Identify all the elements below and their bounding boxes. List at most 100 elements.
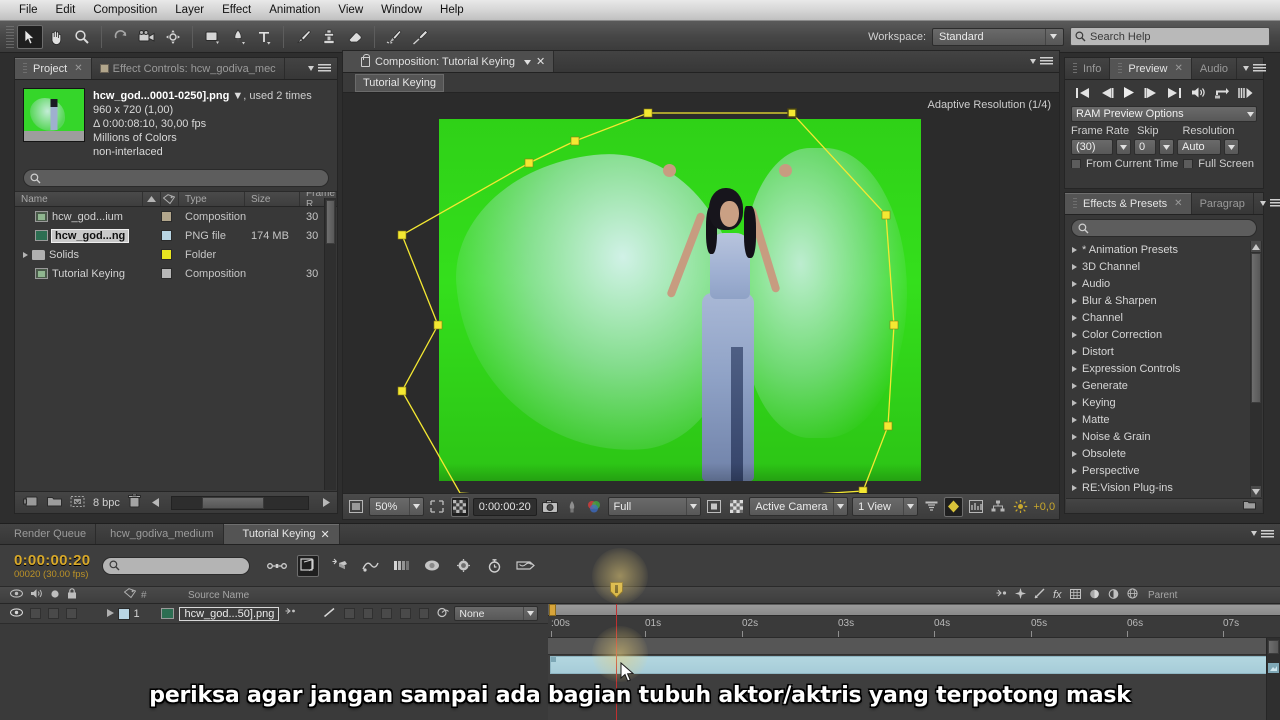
- chevron-down-icon[interactable]: [524, 56, 532, 68]
- item-name-cell[interactable]: Solids: [15, 249, 161, 261]
- layer-collapse-toggle[interactable]: [304, 608, 315, 619]
- tab-info[interactable]: Info: [1065, 58, 1111, 79]
- take-snapshot-icon[interactable]: [541, 497, 559, 517]
- audio-speaker-icon[interactable]: [30, 588, 43, 602]
- skip-dropdown-icon[interactable]: [1159, 139, 1174, 155]
- menu-item-help[interactable]: Help: [431, 2, 473, 18]
- menu-item-edit[interactable]: Edit: [47, 2, 85, 18]
- resolution-dropdown-icon[interactable]: [1224, 139, 1239, 155]
- source-name-header[interactable]: Source Name: [180, 590, 990, 601]
- column-size[interactable]: Size: [245, 192, 300, 206]
- composition-viewer[interactable]: Adaptive Resolution (1/4): [343, 93, 1059, 493]
- disclosure-triangle-icon[interactable]: [1072, 331, 1077, 338]
- exposure-reset-icon[interactable]: [1011, 497, 1029, 517]
- tab-effect-controls[interactable]: Effect Controls: hcw_godiva_mec: [92, 58, 285, 79]
- disclosure-triangle-icon[interactable]: [1072, 484, 1077, 491]
- exposure-value[interactable]: +0,0: [1033, 501, 1055, 513]
- tab-composition[interactable]: Composition: Tutorial Keying ✕: [343, 51, 555, 72]
- composition-panel-menu[interactable]: [1024, 51, 1059, 72]
- hide-shy-layers-icon[interactable]: [328, 555, 350, 577]
- brush-tool[interactable]: [290, 25, 316, 49]
- roto-brush-tool[interactable]: [381, 25, 407, 49]
- pan-behind-tool[interactable]: [160, 25, 186, 49]
- last-frame-icon[interactable]: [1167, 87, 1182, 102]
- disclosure-triangle-icon[interactable]: [1072, 416, 1077, 423]
- parent-select[interactable]: None: [454, 606, 539, 621]
- work-area-start-handle[interactable]: [549, 604, 556, 616]
- from-current-time-checkbox[interactable]: [1071, 158, 1081, 168]
- toggle-mask-visibility-icon[interactable]: [705, 497, 723, 517]
- disclosure-triangle-icon[interactable]: [1072, 314, 1077, 321]
- lock-icon[interactable]: [361, 53, 370, 67]
- frame-blending-icon[interactable]: [1069, 588, 1081, 602]
- project-settings-icon[interactable]: [70, 495, 85, 511]
- timeline-current-time[interactable]: 0:00:00:20 00020 (30.00 fps): [0, 552, 90, 580]
- layer-audio-toggle[interactable]: [30, 608, 41, 619]
- menu-item-effect[interactable]: Effect: [213, 2, 260, 18]
- layer-label-chip[interactable]: [117, 607, 130, 620]
- effects-category-item[interactable]: Distort: [1066, 343, 1250, 360]
- panel-menu-icon[interactable]: [1269, 199, 1280, 208]
- workspace-select[interactable]: Standard: [932, 27, 1064, 46]
- resolution-select[interactable]: Full: [607, 497, 701, 516]
- column-name[interactable]: Name: [15, 192, 143, 206]
- timeline-panel-menu[interactable]: [1245, 524, 1280, 544]
- camera-select[interactable]: Active Camera: [749, 497, 849, 516]
- effects-category-item[interactable]: Blur & Sharpen: [1066, 292, 1250, 309]
- zoom-tool[interactable]: [69, 25, 95, 49]
- eraser-tool[interactable]: [342, 25, 368, 49]
- disclosure-triangle-icon[interactable]: [1072, 433, 1077, 440]
- disclosure-triangle-icon[interactable]: [1072, 467, 1077, 474]
- effects-category-item[interactable]: Rowbyte: [1066, 496, 1250, 497]
- item-name-cell[interactable]: Tutorial Keying: [15, 268, 161, 280]
- pixel-aspect-correction-icon[interactable]: [922, 497, 940, 517]
- effects-category-item[interactable]: Channel: [1066, 309, 1250, 326]
- puppet-pin-tool[interactable]: [407, 25, 433, 49]
- effects-category-item[interactable]: Matte: [1066, 411, 1250, 428]
- rotation-tool[interactable]: [108, 25, 134, 49]
- breadcrumb[interactable]: Tutorial Keying: [355, 73, 444, 92]
- effects-category-item[interactable]: Generate: [1066, 377, 1250, 394]
- close-icon[interactable]: ✕: [536, 55, 545, 68]
- effects-category-item[interactable]: Audio: [1066, 275, 1250, 292]
- layer-solo-toggle[interactable]: [48, 608, 59, 619]
- disclosure-triangle-icon[interactable]: [1072, 382, 1077, 389]
- scrollbar-thumb[interactable]: [1268, 640, 1279, 654]
- preview-panel-menu[interactable]: [1237, 58, 1272, 79]
- type-tool[interactable]: [251, 25, 277, 49]
- project-list-item[interactable]: Tutorial Keying Composition 30: [15, 264, 337, 283]
- collapse-transformations-icon[interactable]: [1015, 588, 1026, 602]
- layer-source-name-cell[interactable]: hcw_god...50].png: [153, 606, 280, 621]
- current-time-display[interactable]: 0:00:00:20: [472, 497, 537, 516]
- disclosure-triangle-icon[interactable]: [1072, 450, 1077, 457]
- adjustment-layer-icon[interactable]: [1108, 588, 1119, 602]
- item-label-chip[interactable]: [161, 268, 179, 279]
- menu-item-composition[interactable]: Composition: [84, 2, 166, 18]
- effects-category-item[interactable]: * Animation Presets: [1066, 241, 1250, 258]
- close-icon[interactable]: ✕: [1174, 63, 1182, 74]
- frame-rate-dropdown-icon[interactable]: [1116, 139, 1131, 155]
- project-vertical-scrollbar[interactable]: [324, 198, 336, 490]
- effects-vertical-scrollbar[interactable]: [1250, 241, 1262, 497]
- sort-ascending-icon[interactable]: [143, 192, 161, 206]
- layer-frame-blend-toggle[interactable]: [362, 608, 374, 619]
- item-label-chip[interactable]: [161, 249, 179, 260]
- quality-icon[interactable]: [1034, 588, 1045, 602]
- item-label-chip[interactable]: [161, 230, 179, 241]
- tab-effects-presets[interactable]: Effects & Presets ✕: [1065, 193, 1192, 214]
- tab-preview[interactable]: Preview ✕: [1110, 58, 1192, 79]
- ram-preview-icon[interactable]: [1238, 87, 1253, 102]
- effects-category-item[interactable]: Obsolete: [1066, 445, 1250, 462]
- timeline-layer-row[interactable]: 1 hcw_god...50].png None: [0, 604, 548, 624]
- motion-sketch-icon[interactable]: [514, 555, 536, 577]
- effects-category-item[interactable]: Perspective: [1066, 462, 1250, 479]
- label-color-icon[interactable]: [123, 588, 137, 602]
- tab-audio[interactable]: Audio: [1192, 58, 1238, 79]
- panel-menu-icon[interactable]: [1040, 57, 1053, 66]
- first-frame-icon[interactable]: [1075, 87, 1090, 102]
- effects-category-item[interactable]: 3D Channel: [1066, 258, 1250, 275]
- play-icon[interactable]: [1122, 86, 1135, 102]
- effects-category-item[interactable]: Color Correction: [1066, 326, 1250, 343]
- menu-item-file[interactable]: File: [10, 2, 47, 18]
- camera-tool[interactable]: [134, 25, 160, 49]
